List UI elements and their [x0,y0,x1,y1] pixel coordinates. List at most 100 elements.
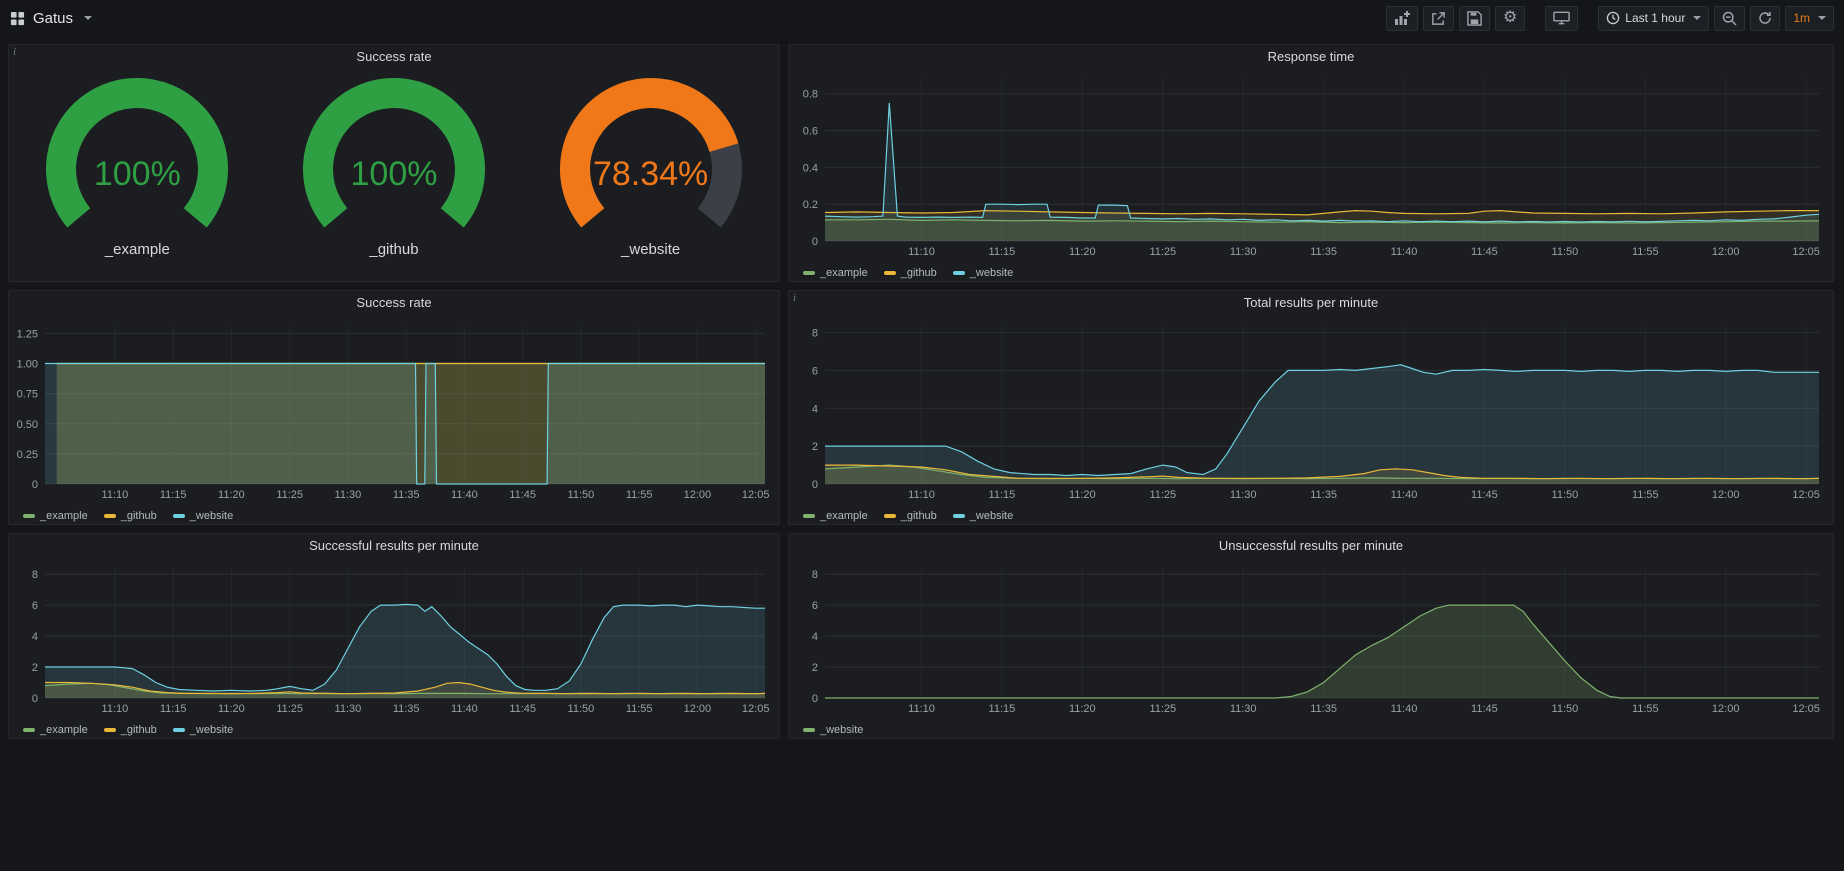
share-button[interactable] [1423,6,1454,31]
legend-swatch [173,514,185,518]
legend-item[interactable]: _example [803,510,868,522]
legend-label: _github [901,510,937,522]
panel-title[interactable]: Total results per minute [789,291,1833,315]
svg-text:11:50: 11:50 [1552,246,1579,258]
svg-text:11:30: 11:30 [335,489,362,501]
svg-text:11:30: 11:30 [335,703,362,715]
unsuccessful-results-chart[interactable]: 11:1011:1511:2011:2511:3011:3511:4011:45… [789,558,1833,721]
legend-item[interactable]: _github [884,267,937,279]
legend-label: _example [820,267,868,279]
legend-item[interactable]: _website [953,267,1013,279]
svg-text:0: 0 [32,479,38,491]
svg-text:0.2: 0.2 [803,199,818,211]
legend-item[interactable]: _example [23,724,88,736]
panel-title[interactable]: Unsuccessful results per minute [789,534,1833,558]
add-panel-button[interactable] [1386,6,1418,31]
svg-text:12:05: 12:05 [1792,489,1820,501]
refresh-button[interactable] [1750,6,1780,31]
svg-text:11:40: 11:40 [1391,489,1418,501]
svg-text:11:15: 11:15 [160,703,187,715]
legend-swatch [104,514,116,518]
svg-text:12:05: 12:05 [1792,246,1820,258]
panel-info-icon[interactable]: i [13,46,16,58]
svg-text:12:05: 12:05 [742,703,770,715]
panel-response-time: Response time 11:1011:1511:2011:2511:301… [788,44,1834,282]
success-rate-chart[interactable]: 11:1011:1511:2011:2511:3011:3511:4011:45… [9,315,779,507]
svg-text:11:35: 11:35 [393,703,420,715]
svg-text:11:25: 11:25 [276,703,303,715]
legend-item[interactable]: _website [803,724,863,736]
legend-swatch [884,271,896,275]
svg-text:11:15: 11:15 [989,246,1016,258]
svg-text:11:10: 11:10 [908,489,935,501]
chevron-down-icon [1818,16,1826,20]
panel-total-results: i Total results per minute 11:10 11:15 11:… [788,290,1834,525]
chevron-down-icon [1693,16,1701,20]
svg-text:0.6: 0.6 [803,126,818,138]
refresh-interval-button[interactable]: 1m [1785,6,1834,31]
legend-swatch [104,728,116,732]
svg-text:11:55: 11:55 [1632,703,1659,715]
svg-text:2: 2 [32,662,38,674]
tv-mode-button[interactable] [1545,6,1578,31]
legend-swatch [953,514,965,518]
panel-title[interactable]: Response time [789,45,1833,69]
legend-item[interactable]: _example [803,267,868,279]
svg-text:11:15: 11:15 [989,489,1016,501]
svg-text:11:20: 11:20 [218,489,245,501]
svg-text:12:05: 12:05 [1792,703,1820,715]
svg-text:1.25: 1.25 [17,328,38,340]
legend: _website [789,721,1833,739]
legend-label: _website [970,510,1013,522]
legend-item[interactable]: _website [953,510,1013,522]
dashboard-title[interactable]: Gatus [33,10,73,27]
svg-text:2: 2 [812,441,818,453]
legend-item[interactable]: _github [104,510,157,522]
panel-title[interactable]: Success rate [9,45,779,69]
panel-success-rate-gauges: i Success rate 100% _example 100% _githu… [8,44,780,282]
svg-text:1.00: 1.00 [17,359,38,371]
gauge-value: 100% [12,155,262,194]
legend-item[interactable]: _website [173,510,233,522]
svg-text:11:45: 11:45 [509,703,536,715]
svg-text:4: 4 [32,631,38,643]
time-range-button[interactable]: Last 1 hour [1598,6,1709,31]
zoom-out-button[interactable] [1714,6,1745,31]
response-time-chart[interactable]: 11:1011:1511:2011:2511:3011:3511:4011:45… [789,69,1833,264]
total-results-chart[interactable]: 11:1011:1511:2011:2511:3011:3511:4011:45… [789,315,1833,507]
svg-text:11:45: 11:45 [1471,703,1498,715]
panel-info-icon[interactable]: i [793,292,796,304]
legend-item[interactable]: _example [23,510,88,522]
svg-text:0.25: 0.25 [17,449,38,461]
svg-text:11:10: 11:10 [908,246,935,258]
svg-text:11:20: 11:20 [1069,246,1096,258]
chevron-down-icon [84,16,92,20]
gauge-example[interactable]: 100% _example [12,71,262,258]
svg-text:8: 8 [812,569,818,581]
svg-text:11:35: 11:35 [1310,489,1337,501]
settings-button[interactable]: ⚙ [1495,6,1525,31]
successful-results-chart[interactable]: 11:1011:1511:2011:2511:3011:3511:4011:45… [9,558,779,721]
svg-text:8: 8 [32,569,38,581]
dashboards-grid-icon[interactable] [10,11,25,26]
gauge-website[interactable]: 78.34% _website [526,71,776,258]
gauge-value: 100% [269,155,519,194]
legend-item[interactable]: _github [104,724,157,736]
gauge-github[interactable]: 100% _github [269,71,519,258]
legend-item[interactable]: _github [884,510,937,522]
svg-text:11:20: 11:20 [218,703,245,715]
panel-successful-results: Successful results per minute 11:1011:15… [8,533,780,739]
panel-title[interactable]: Successful results per minute [9,534,779,558]
svg-text:11:35: 11:35 [1310,703,1337,715]
gauge-label: _website [526,241,776,258]
panel-title[interactable]: Success rate [9,291,779,315]
svg-text:11:45: 11:45 [1471,489,1498,501]
save-button[interactable] [1459,6,1490,31]
svg-text:11:25: 11:25 [1149,246,1176,258]
svg-text:11:50: 11:50 [1552,703,1579,715]
legend-item[interactable]: _website [173,724,233,736]
svg-text:11:55: 11:55 [1632,489,1659,501]
svg-text:0.75: 0.75 [17,389,38,401]
legend-label: _website [820,724,863,736]
svg-text:11:55: 11:55 [1632,246,1659,258]
